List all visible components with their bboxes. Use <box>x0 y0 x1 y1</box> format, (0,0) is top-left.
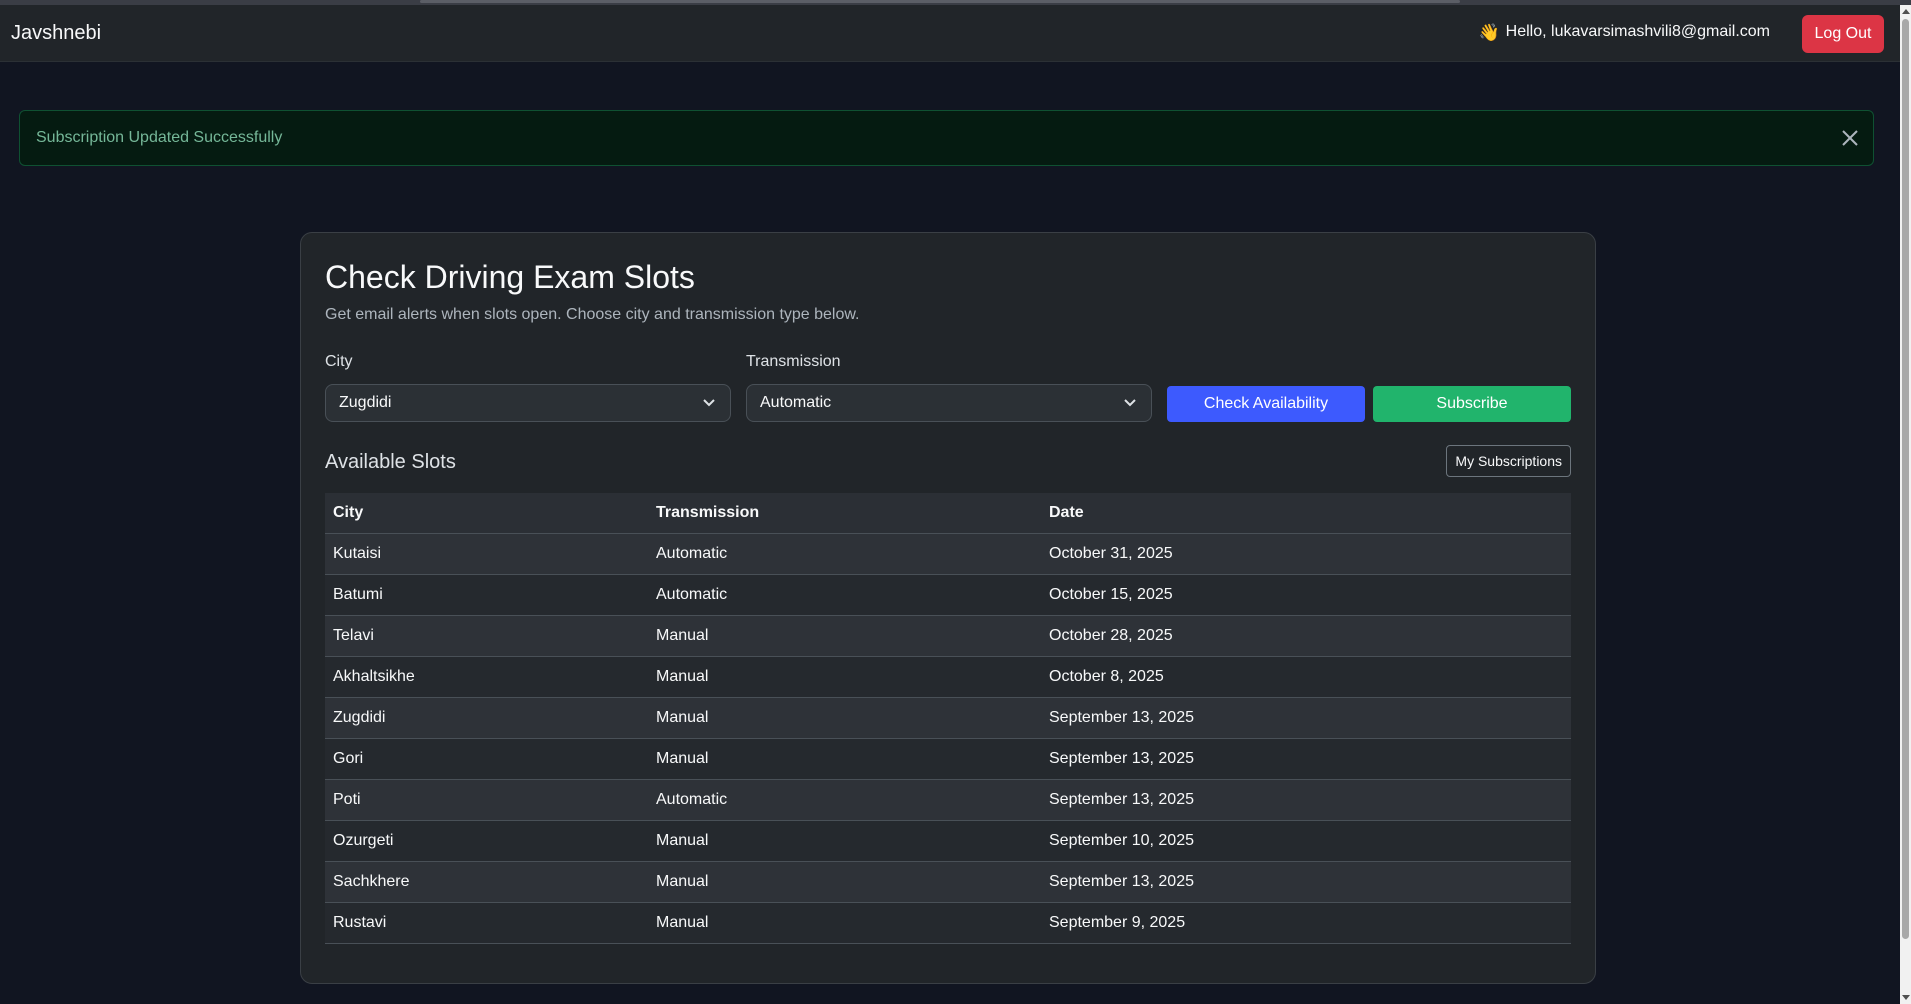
cell-date: October 31, 2025 <box>1041 533 1571 575</box>
cell-date: September 13, 2025 <box>1041 861 1571 903</box>
greeting-text: Hello, lukavarsimashvili8@gmail.com <box>1505 23 1770 40</box>
city-label: City <box>325 353 353 370</box>
cell-date: September 10, 2025 <box>1041 820 1571 862</box>
cell-date: October 8, 2025 <box>1041 656 1571 698</box>
my-subscriptions-button[interactable]: My Subscriptions <box>1446 445 1571 477</box>
cell-transmission: Manual <box>648 738 1041 780</box>
cell-transmission: Manual <box>648 861 1041 903</box>
column-header-city: City <box>325 493 648 534</box>
cell-city: Gori <box>325 738 648 780</box>
table-row: Telavi Manual October 28, 2025 <box>325 615 1571 657</box>
chevron-down-icon <box>703 399 715 407</box>
cell-city: Rustavi <box>325 902 648 944</box>
exam-slots-card: Check Driving Exam Slots Get email alert… <box>300 232 1596 984</box>
transmission-label: Transmission <box>746 353 841 370</box>
transmission-select-value: Automatic <box>760 394 832 411</box>
cell-date: September 13, 2025 <box>1041 697 1571 739</box>
table-row: Kutaisi Automatic October 31, 2025 <box>325 533 1571 575</box>
cell-transmission: Manual <box>648 820 1041 862</box>
cell-city: Poti <box>325 779 648 821</box>
table-row: Gori Manual September 13, 2025 <box>325 738 1571 780</box>
user-greeting: 👋 Hello, lukavarsimashvili8@gmail.com <box>1479 23 1771 41</box>
scroll-up-arrow-icon[interactable] <box>1902 9 1910 14</box>
cell-city: Batumi <box>325 574 648 616</box>
cell-date: September 13, 2025 <box>1041 738 1571 780</box>
table-row: Poti Automatic September 13, 2025 <box>325 779 1571 821</box>
table-row: Batumi Automatic October 15, 2025 <box>325 574 1571 616</box>
cell-city: Sachkhere <box>325 861 648 903</box>
column-header-date: Date <box>1041 493 1571 534</box>
chevron-down-icon <box>1124 399 1136 407</box>
column-header-transmission: Transmission <box>648 493 1041 534</box>
available-slots-heading: Available Slots <box>325 451 456 473</box>
cell-transmission: Manual <box>648 615 1041 657</box>
cell-city: Kutaisi <box>325 533 648 575</box>
success-alert: Subscription Updated Successfully <box>19 110 1874 166</box>
table-row: Sachkhere Manual September 13, 2025 <box>325 861 1571 903</box>
cell-city: Zugdidi <box>325 697 648 739</box>
page-scrollbar[interactable] <box>1900 5 1911 1004</box>
table-header-row: City Transmission Date <box>325 493 1571 534</box>
scrollbar-thumb[interactable] <box>1902 19 1909 939</box>
waving-hand-icon: 👋 <box>1478 22 1500 42</box>
close-icon[interactable] <box>1839 127 1861 149</box>
brand-logo[interactable]: Javshnebi <box>11 22 101 45</box>
logout-button[interactable]: Log Out <box>1802 15 1884 53</box>
navbar: Javshnebi 👋 Hello, lukavarsimashvili8@gm… <box>0 5 1900 62</box>
cell-transmission: Manual <box>648 656 1041 698</box>
subscribe-button[interactable]: Subscribe <box>1373 386 1571 422</box>
table-row: Zugdidi Manual September 13, 2025 <box>325 697 1571 739</box>
page-title: Check Driving Exam Slots <box>325 259 695 295</box>
scroll-down-arrow-icon[interactable] <box>1902 995 1910 1000</box>
cell-city: Ozurgeti <box>325 820 648 862</box>
tab-highlight <box>420 0 1460 3</box>
alert-message: Subscription Updated Successfully <box>36 129 283 146</box>
cell-city: Telavi <box>325 615 648 657</box>
cell-city: Akhaltsikhe <box>325 656 648 698</box>
check-availability-button[interactable]: Check Availability <box>1167 386 1365 422</box>
cell-transmission: Manual <box>648 902 1041 944</box>
city-select-value: Zugdidi <box>339 394 392 411</box>
cell-date: October 28, 2025 <box>1041 615 1571 657</box>
transmission-select[interactable]: Automatic <box>746 384 1152 422</box>
cell-transmission: Automatic <box>648 533 1041 575</box>
cell-transmission: Manual <box>648 697 1041 739</box>
cell-transmission: Automatic <box>648 779 1041 821</box>
table-row: Akhaltsikhe Manual October 8, 2025 <box>325 656 1571 698</box>
slots-table: City Transmission Date Kutaisi Automatic… <box>325 493 1571 944</box>
city-select[interactable]: Zugdidi <box>325 384 731 422</box>
cell-date: September 9, 2025 <box>1041 902 1571 944</box>
cell-date: October 15, 2025 <box>1041 574 1571 616</box>
table-row: Ozurgeti Manual September 10, 2025 <box>325 820 1571 862</box>
cell-transmission: Automatic <box>648 574 1041 616</box>
cell-date: September 13, 2025 <box>1041 779 1571 821</box>
page-subtitle: Get email alerts when slots open. Choose… <box>325 306 860 323</box>
table-row: Rustavi Manual September 9, 2025 <box>325 902 1571 944</box>
